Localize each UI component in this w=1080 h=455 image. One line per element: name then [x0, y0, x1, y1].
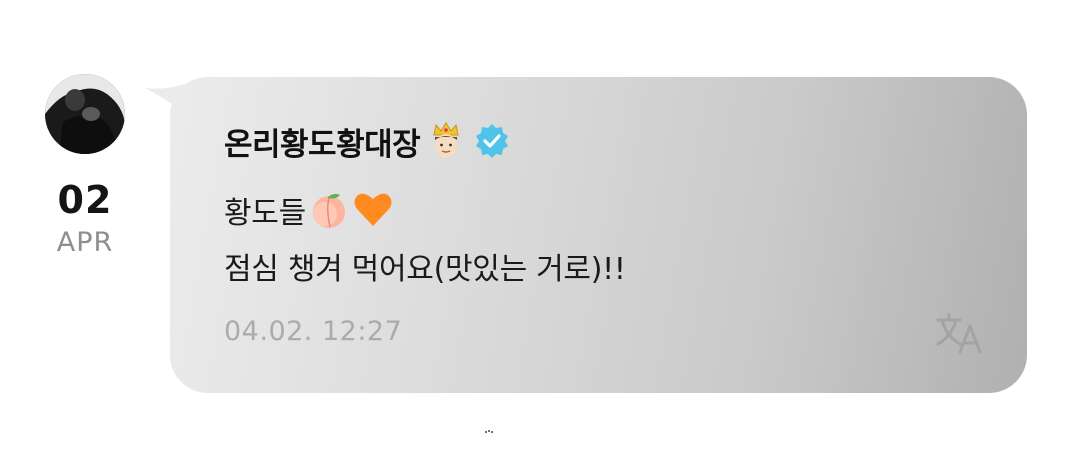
date-month: APR	[56, 227, 114, 258]
date-day: 02	[57, 178, 113, 222]
avatar[interactable]	[45, 74, 125, 154]
translate-button[interactable]	[934, 310, 990, 358]
timestamp: 04.02. 12:27	[224, 316, 403, 347]
sender-name: 온리황도황대장	[224, 126, 421, 163]
dot-mark	[485, 430, 493, 433]
verified-badge-icon	[472, 121, 512, 161]
message-line-1: 황도들	[224, 188, 394, 232]
orange-heart-icon	[352, 189, 394, 231]
translate-icon	[936, 313, 982, 354]
message-text-1: 황도들	[224, 196, 306, 231]
crowned-face-icon	[426, 121, 466, 161]
message-line-2: 점심 챙겨 먹어요(맛있는 거로)!!	[224, 252, 626, 287]
peach-icon	[308, 189, 350, 231]
sender-row: 온리황도황대장	[224, 118, 512, 164]
